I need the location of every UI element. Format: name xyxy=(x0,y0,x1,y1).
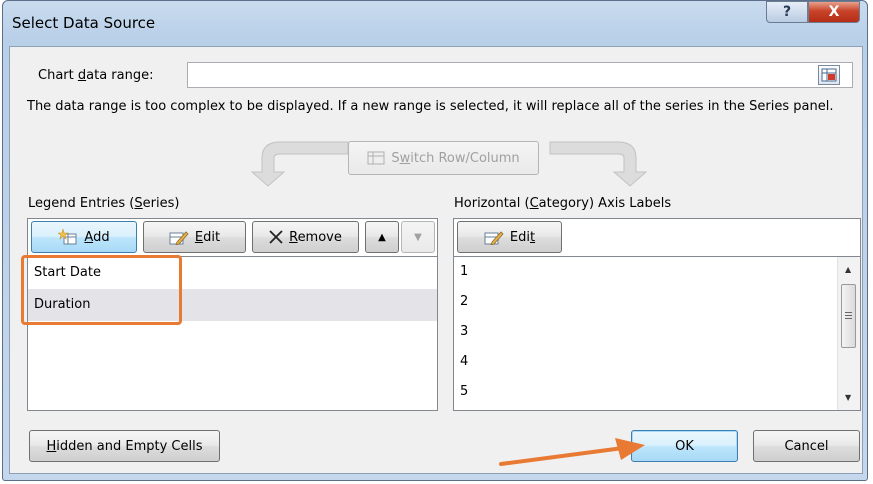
range-picker-button[interactable] xyxy=(818,65,840,85)
arrow-up-icon: ▲ xyxy=(378,231,386,243)
list-item[interactable]: 2 xyxy=(454,287,860,317)
scroll-up-icon[interactable]: ▲ xyxy=(845,265,851,274)
remove-series-button[interactable]: Remove xyxy=(252,221,359,253)
arrow-down-icon: ▼ xyxy=(414,231,422,243)
legend-entries-title: Legend Entries (Series) xyxy=(28,196,180,211)
curved-arrow-right-icon xyxy=(549,141,648,187)
chart-data-range-input[interactable] xyxy=(187,62,853,88)
collapse-dialog-icon xyxy=(821,68,837,82)
remove-x-icon xyxy=(269,230,283,244)
help-button[interactable]: ? xyxy=(766,1,808,23)
scroll-thumb[interactable] xyxy=(841,284,856,348)
curved-arrow-left-icon xyxy=(250,141,349,187)
cancel-button[interactable]: Cancel xyxy=(753,430,860,462)
list-item[interactable]: 5 xyxy=(454,377,860,407)
list-item[interactable]: 4 xyxy=(454,347,860,377)
annotation-arrow-icon xyxy=(499,438,645,466)
axis-labels-title: Horizontal (Category) Axis Labels xyxy=(454,196,672,211)
switch-row-column-button[interactable]: Switch Row/Column xyxy=(348,141,539,175)
edit-icon xyxy=(169,231,189,245)
edit-axis-labels-button[interactable]: Edit xyxy=(457,221,562,253)
edit-icon xyxy=(484,231,504,245)
dialog-title: Select Data Source xyxy=(12,14,156,32)
list-item[interactable]: 1 xyxy=(454,257,860,287)
close-button[interactable]: X xyxy=(808,1,860,23)
axis-labels-list: 1 2 3 4 5 xyxy=(453,256,861,411)
complex-range-message: The data range is too complex to be disp… xyxy=(27,99,834,114)
help-icon: ? xyxy=(782,4,792,20)
hidden-empty-cells-button[interactable]: Hidden and Empty Cells xyxy=(29,430,220,462)
chart-data-range-label: Chart data range: xyxy=(38,68,154,83)
scroll-down-icon[interactable]: ▼ xyxy=(845,393,851,402)
move-down-button[interactable]: ▼ xyxy=(401,221,435,253)
close-icon: X xyxy=(828,4,840,20)
move-up-button[interactable]: ▲ xyxy=(365,221,399,253)
annotation-highlight-box xyxy=(21,255,182,325)
add-icon xyxy=(58,229,77,245)
add-series-button[interactable]: Add xyxy=(31,221,137,253)
edit-series-button[interactable]: Edit xyxy=(143,221,246,253)
axis-list-scrollbar[interactable]: ▲ ▼ xyxy=(837,257,860,410)
list-item[interactable]: 3 xyxy=(454,317,860,347)
switch-grid-icon xyxy=(367,151,385,165)
